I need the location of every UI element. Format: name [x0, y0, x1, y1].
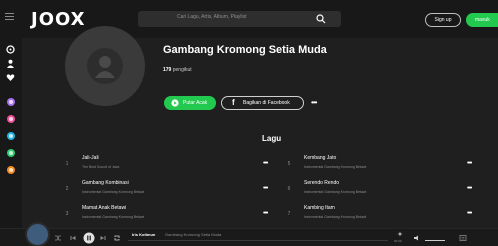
person-icon[interactable] — [6, 59, 15, 68]
track-subtitle: Instrumental Gambang Kromong Betawi — [304, 215, 367, 219]
lyrics-icon[interactable] — [397, 231, 403, 237]
repeat-icon[interactable] — [113, 234, 121, 242]
volume-icon[interactable] — [413, 234, 421, 242]
track-more-button[interactable]: ••• — [467, 160, 472, 167]
track-number: 5 — [287, 161, 291, 167]
track-title: Mamat Anak Betawi — [82, 205, 127, 211]
person-icon — [95, 56, 115, 78]
list-item[interactable]: 6 Serendo Rendo Instrumental Gambang Kro… — [279, 177, 492, 201]
genre-dot-purple[interactable] — [7, 98, 15, 106]
next-icon[interactable] — [99, 234, 107, 242]
playlist-queue-icon[interactable] — [459, 234, 467, 242]
list-item[interactable]: 7 Kambing Itam Instrumental Gambang Krom… — [279, 202, 492, 226]
track-more-button[interactable]: ••• — [263, 185, 268, 192]
page-title: Gambang Kromong Setia Muda — [163, 44, 327, 56]
progress-bar[interactable] — [128, 240, 388, 241]
track-title: Serendo Rendo — [304, 180, 340, 186]
more-options-button[interactable]: ••• — [311, 99, 317, 107]
facebook-icon: f — [232, 98, 235, 107]
signup-button[interactable]: Sign up — [425, 13, 461, 27]
search-input[interactable]: Cari Lagu, Artis, Album, Playlist — [138, 11, 341, 27]
track-subtitle: Instrumental Gambang Kromong Betawi — [82, 190, 145, 194]
playlist-cover — [65, 26, 145, 106]
followers-label: pengikut — [172, 67, 192, 73]
now-playing-artwork[interactable] — [25, 222, 50, 246]
track-more-button[interactable]: ••• — [467, 185, 472, 192]
now-playing-title[interactable]: Iris Kotimun — [132, 232, 155, 237]
track-more-button[interactable]: ••• — [263, 210, 268, 217]
track-number: 6 — [287, 186, 291, 192]
sidebar — [0, 38, 22, 228]
genre-dot-orange[interactable] — [7, 166, 15, 174]
track-more-button[interactable]: ••• — [263, 160, 268, 167]
genre-dot-blue[interactable] — [7, 132, 15, 140]
top-bar: JOOX Cari Lagu, Artis, Album, Playlist S… — [0, 0, 498, 38]
list-item[interactable]: 3 Mamat Anak Betawi Instrumental Gambang… — [57, 202, 277, 226]
track-title: Kambing Itam — [304, 205, 335, 211]
track-number: 3 — [65, 211, 69, 217]
search-icon[interactable] — [316, 14, 326, 24]
cover-placeholder — [87, 48, 123, 84]
genre-dot-pink[interactable] — [7, 115, 15, 123]
shuffle-play-label: Putar Acak — [183, 100, 208, 106]
followers-number: 179 — [163, 67, 172, 73]
genre-dot-green[interactable] — [7, 149, 15, 157]
list-item[interactable]: 1 Jali-Jali The Best Sound of Java ••• — [57, 152, 277, 176]
music-icon[interactable] — [6, 45, 15, 54]
track-title: Kembang Jato — [304, 155, 337, 161]
track-subtitle: Instrumental Gambang Kromong Betawi — [82, 215, 145, 219]
track-number: 1 — [65, 161, 69, 167]
songs-section-title: Lagu — [262, 134, 282, 143]
shuffle-icon[interactable] — [54, 234, 62, 242]
track-title: Gambang Kombinasi — [82, 180, 129, 186]
volume-slider[interactable] — [425, 240, 445, 241]
shuffle-play-button[interactable]: Putar Acak — [164, 96, 216, 110]
track-subtitle: Instrumental Gambang Kromong Betawi — [304, 190, 367, 194]
track-subtitle: Instrumental Gambang Kromong Betawi — [304, 165, 367, 169]
play-pause-icon[interactable] — [83, 232, 95, 244]
joox-logo[interactable]: JOOX — [31, 9, 86, 30]
menu-icon[interactable] — [5, 13, 14, 21]
track-number: 7 — [287, 211, 291, 217]
login-button[interactable]: masuk — [466, 13, 498, 27]
previous-icon[interactable] — [69, 234, 77, 242]
search-placeholder: Cari Lagu, Artis, Album, Playlist — [177, 14, 247, 20]
share-facebook-label: Bagikan di Facebook — [243, 100, 290, 106]
share-facebook-button[interactable]: f Bagikan di Facebook — [221, 96, 304, 110]
list-item[interactable]: 5 Kembang Jato Instrumental Gambang Krom… — [279, 152, 492, 176]
player-bar: Iris Kotimun Gambang Kromong Setia Muda … — [0, 222, 498, 246]
track-number: 2 — [65, 186, 69, 192]
track-subtitle: The Best Sound of Java — [82, 165, 120, 169]
track-more-button[interactable]: ••• — [467, 210, 472, 217]
track-title: Jali-Jali — [82, 155, 99, 161]
playback-time: 00:00 — [394, 239, 402, 243]
followers-count: 179 pengikut — [163, 67, 192, 73]
heart-icon[interactable] — [6, 73, 15, 82]
now-playing-subtitle[interactable]: Gambang Kromong Setia Muda — [165, 232, 221, 237]
list-item[interactable]: 2 Gambang Kombinasi Instrumental Gambang… — [57, 177, 277, 201]
play-icon — [171, 99, 179, 107]
